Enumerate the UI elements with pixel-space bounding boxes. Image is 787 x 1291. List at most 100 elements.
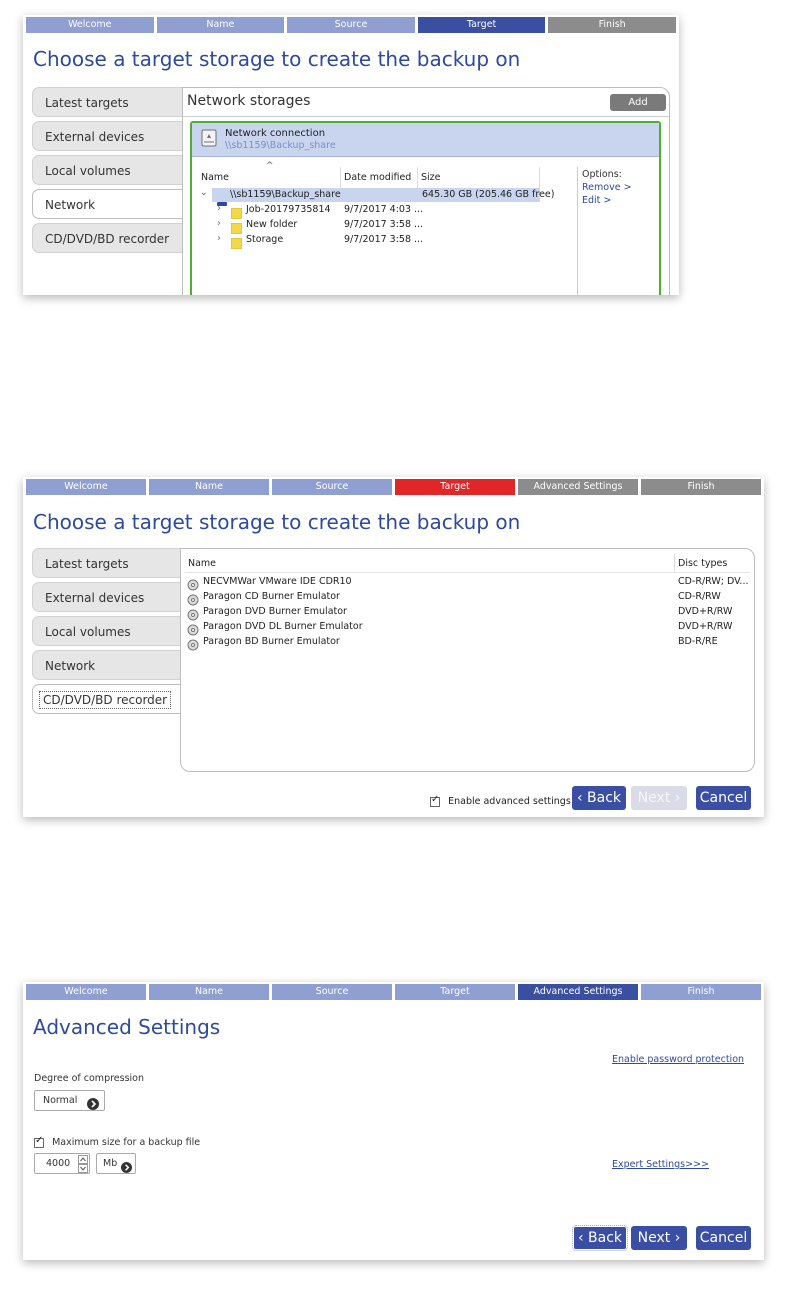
column-date-modified[interactable]: Date modified bbox=[344, 172, 411, 183]
back-button[interactable]: ‹ Back bbox=[572, 1225, 628, 1251]
wizard-steps: Welcome Name Source Target Advanced Sett… bbox=[26, 479, 761, 495]
network-drive-icon bbox=[201, 129, 217, 153]
storages-title: Network storages bbox=[187, 93, 311, 109]
step-welcome: Welcome bbox=[26, 479, 146, 495]
compression-select[interactable]: Normal bbox=[34, 1090, 105, 1111]
share-name: \\sb1159\Backup_share bbox=[230, 189, 341, 200]
maxsize-checkbox[interactable] bbox=[34, 1135, 44, 1148]
folder-icon bbox=[230, 234, 243, 253]
password-protection-link[interactable]: Enable password protection bbox=[612, 1054, 744, 1065]
step-welcome: Welcome bbox=[26, 17, 154, 33]
sort-arrow-icon: ^ bbox=[266, 161, 274, 171]
maxsize-value: 4000 bbox=[46, 1158, 71, 1169]
drive-name: Paragon CD Burner Emulator bbox=[203, 591, 340, 602]
edit-link[interactable]: Edit > bbox=[582, 195, 611, 206]
tab-external-devices[interactable]: External devices bbox=[32, 582, 180, 612]
advanced-settings-checkbox[interactable] bbox=[430, 794, 440, 807]
folder-name: New folder bbox=[246, 219, 298, 230]
chevron-right-icon[interactable]: › bbox=[217, 218, 221, 229]
cancel-button[interactable]: Cancel bbox=[696, 1226, 751, 1250]
options-divider bbox=[577, 167, 578, 295]
tab-network[interactable]: Network bbox=[32, 189, 182, 219]
drive-row[interactable]: Paragon DVD DL Burner Emulator DVD+R/RW bbox=[187, 620, 752, 636]
chevron-right-icon[interactable]: › bbox=[217, 233, 221, 244]
step-source: Source bbox=[272, 479, 392, 495]
wizard-panel-network: Welcome Name Source Target Finish Choose… bbox=[23, 15, 679, 295]
step-advanced-settings: Advanced Settings bbox=[518, 984, 638, 1000]
step-name: Name bbox=[156, 17, 285, 33]
chevron-down-icon[interactable]: ⌄ bbox=[200, 188, 208, 198]
tab-cd-dvd-bd-recorder[interactable]: CD/DVD/BD recorder bbox=[32, 684, 182, 714]
page-title: Choose a target storage to create the ba… bbox=[33, 47, 521, 71]
unit-select[interactable]: Mb bbox=[96, 1153, 136, 1174]
remove-link[interactable]: Remove > bbox=[582, 182, 632, 193]
tab-latest-targets[interactable]: Latest targets bbox=[32, 87, 182, 117]
folder-row-storage[interactable]: › Storage 9/7/2017 3:58 ... bbox=[212, 233, 542, 250]
folder-date: 9/7/2017 3:58 ... bbox=[344, 234, 424, 245]
header-divider bbox=[674, 554, 675, 572]
chevron-right-icon bbox=[121, 1158, 132, 1177]
drive-row[interactable]: Paragon DVD Burner Emulator DVD+R/RW bbox=[187, 605, 752, 621]
step-source: Source bbox=[287, 17, 415, 33]
drive-name: NECVMWar VMware IDE CDR10 bbox=[203, 576, 352, 587]
tab-local-volumes[interactable]: Local volumes bbox=[32, 616, 180, 646]
wizard-panel-cd-recorder: Welcome Name Source Target Advanced Sett… bbox=[23, 477, 764, 817]
wizard-steps: Welcome Name Source Target Finish bbox=[26, 17, 676, 33]
maxsize-stepper[interactable]: 4000 bbox=[34, 1153, 90, 1174]
cd-drive-icon bbox=[187, 636, 199, 655]
drive-types: CD-R/RW; DV... bbox=[678, 576, 749, 587]
tab-cd-dvd-bd-recorder[interactable]: CD/DVD/BD recorder bbox=[32, 223, 182, 253]
drive-row[interactable]: Paragon CD Burner Emulator CD-R/RW bbox=[187, 590, 752, 606]
tab-local-volumes[interactable]: Local volumes bbox=[32, 155, 182, 185]
folder-date: 9/7/2017 3:58 ... bbox=[344, 219, 424, 230]
advanced-settings-toggle[interactable]: Enable advanced settings bbox=[430, 791, 571, 810]
expert-settings-link[interactable]: Expert Settings>>> bbox=[612, 1159, 709, 1170]
drive-name: Paragon BD Burner Emulator bbox=[203, 636, 340, 647]
advanced-settings-label: Enable advanced settings bbox=[448, 796, 571, 807]
cancel-button[interactable]: Cancel bbox=[696, 786, 751, 810]
column-size[interactable]: Size bbox=[421, 172, 441, 183]
wizard-panel-advanced-settings: Welcome Name Source Target Advanced Sett… bbox=[23, 982, 764, 1260]
chevron-right-icon[interactable]: › bbox=[217, 203, 221, 214]
storage-box: Network connection \\sb1159\Backup_share… bbox=[190, 121, 661, 295]
compression-label: Degree of compression bbox=[34, 1073, 145, 1084]
tab-network[interactable]: Network bbox=[32, 650, 180, 680]
network-connection-header[interactable]: Network connection \\sb1159\Backup_share bbox=[192, 123, 659, 157]
folder-row-job[interactable]: › Job-20179735814 9/7/2017 4:03 ... bbox=[212, 203, 542, 220]
step-target: Target bbox=[395, 984, 515, 1000]
header-underline bbox=[185, 572, 750, 573]
step-finish: Finish bbox=[641, 984, 761, 1000]
next-button[interactable]: Next › bbox=[631, 786, 687, 810]
step-advanced-settings: Advanced Settings bbox=[518, 479, 638, 495]
compression-value: Normal bbox=[43, 1095, 78, 1106]
add-button[interactable]: Add bbox=[610, 94, 666, 111]
drive-row[interactable]: NECVMWar VMware IDE CDR10 CD-R/RW; DV... bbox=[187, 575, 752, 591]
step-target: Target bbox=[417, 17, 546, 33]
step-welcome: Welcome bbox=[26, 984, 146, 1000]
spinner-arrows-icon[interactable] bbox=[78, 1155, 88, 1177]
column-name[interactable]: Name bbox=[201, 172, 229, 183]
next-button[interactable]: Next › bbox=[631, 1226, 687, 1250]
drive-row[interactable]: Paragon BD Burner Emulator BD-R/RE bbox=[187, 635, 752, 651]
maxsize-toggle[interactable]: Maximum size for a backup file bbox=[34, 1132, 200, 1151]
col-divider-2 bbox=[417, 167, 418, 188]
drive-types: DVD+R/RW bbox=[678, 606, 733, 617]
step-name: Name bbox=[149, 479, 269, 495]
folder-row-new-folder[interactable]: › New folder 9/7/2017 3:58 ... bbox=[212, 218, 542, 235]
tab-external-devices[interactable]: External devices bbox=[32, 121, 182, 151]
page-title: Advanced Settings bbox=[33, 1015, 221, 1039]
share-row[interactable]: ⌄ \\sb1159\Backup_share 645.30 GB (205.4… bbox=[200, 188, 554, 206]
network-content: Network storages Add Network connection … bbox=[182, 87, 670, 295]
step-name: Name bbox=[149, 984, 269, 1000]
connection-name: Network connection bbox=[225, 128, 326, 139]
column-name[interactable]: Name bbox=[188, 558, 216, 569]
step-finish: Finish bbox=[641, 479, 761, 495]
share-size: 645.30 GB (205.46 GB free) bbox=[422, 189, 555, 200]
column-disc-types[interactable]: Disc types bbox=[678, 558, 727, 569]
connection-path: \\sb1159\Backup_share bbox=[225, 140, 336, 151]
col-divider-3 bbox=[539, 167, 540, 188]
tab-latest-targets[interactable]: Latest targets bbox=[32, 548, 180, 578]
wizard-steps: Welcome Name Source Target Advanced Sett… bbox=[26, 984, 761, 1000]
unit-value: Mb bbox=[103, 1158, 118, 1169]
back-button[interactable]: ‹ Back bbox=[572, 786, 626, 810]
